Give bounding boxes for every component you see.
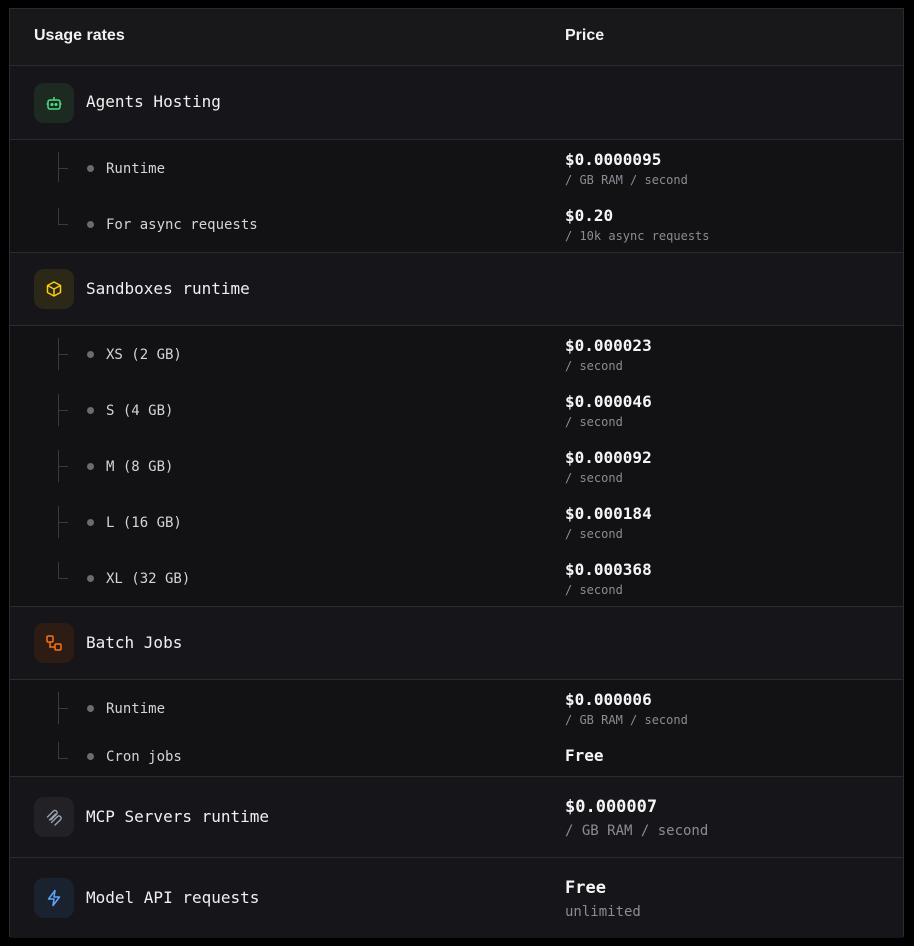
cube-icon	[34, 269, 74, 309]
list-item-name: XL (32 GB)	[106, 571, 191, 587]
tree-branch	[58, 466, 68, 467]
group-name: MCP Servers runtime	[86, 807, 270, 826]
list-item-name: Runtime	[106, 701, 166, 717]
bullet-dot	[87, 165, 94, 172]
usage-rates-table: Usage rates Price Agents Hosting Runtime…	[9, 8, 904, 938]
bullet-dot	[87, 519, 94, 526]
list-item-unit: / second	[565, 527, 623, 541]
group-name: Model API requests	[86, 888, 260, 907]
subitems-sandboxes-runtime: XS (2 GB) $0.000023 / second S (4 GB) $0…	[10, 325, 903, 606]
list-item-price: $0.0000095	[565, 150, 662, 169]
group-name: Batch Jobs	[86, 633, 183, 652]
group-unit: unlimited	[565, 904, 641, 920]
list-item-name: L (16 GB)	[106, 515, 182, 531]
list-item-name: Cron jobs	[106, 749, 182, 765]
usage-rates-header: Usage rates	[34, 27, 125, 44]
bullet-dot	[87, 463, 94, 470]
group-unit: / GB RAM / second	[565, 823, 709, 839]
tree-branch	[58, 224, 68, 225]
bullet-dot	[87, 705, 94, 712]
price-header: Price	[565, 27, 605, 44]
bullet-dot	[87, 575, 94, 582]
list-item-unit: / GB RAM / second	[565, 173, 688, 187]
table-header: Usage rates Price	[10, 9, 903, 66]
bullet-dot	[87, 753, 94, 760]
list-item-price: Free	[565, 746, 604, 765]
robot-icon	[34, 83, 74, 123]
subitems-agents-hosting: Runtime $0.0000095 / GB RAM / second For…	[10, 139, 903, 252]
list-item-price: $0.000092	[565, 448, 652, 467]
tree-branch	[58, 578, 68, 579]
list-item-unit: / second	[565, 415, 623, 429]
workflow-icon	[34, 623, 74, 663]
mcp-icon	[34, 797, 74, 837]
list-item-unit: / GB RAM / second	[565, 713, 688, 727]
list-item-price: $0.000046	[565, 392, 652, 411]
list-item-name: XS (2 GB)	[106, 347, 182, 363]
group-row-batch-jobs: Batch Jobs	[10, 606, 903, 679]
list-item-unit: / second	[565, 583, 623, 597]
list-item-price: $0.000006	[565, 690, 652, 709]
group-name: Sandboxes runtime	[86, 279, 250, 298]
subitems-batch-jobs: Runtime $0.000006 / GB RAM / second Cron…	[10, 679, 903, 776]
list-item-name: Runtime	[106, 161, 166, 177]
list-item-name: S (4 GB)	[106, 403, 174, 419]
list-item-price: $0.000368	[565, 560, 652, 579]
tree-branch	[58, 354, 68, 355]
list-item-name: M (8 GB)	[106, 459, 174, 475]
group-row-sandboxes-runtime: Sandboxes runtime	[10, 252, 903, 325]
list-item-price: $0.000023	[565, 336, 652, 355]
tree-line	[58, 742, 71, 758]
bullet-dot	[87, 221, 94, 228]
list-item-unit: / second	[565, 359, 623, 373]
tree-line	[58, 562, 71, 578]
list-item-price: $0.20	[565, 206, 614, 225]
tree-branch	[58, 522, 68, 523]
group-row-agents-hosting: Agents Hosting	[10, 66, 903, 139]
tree-branch	[58, 410, 68, 411]
tree-branch	[58, 708, 68, 709]
bullet-dot	[87, 351, 94, 358]
tree-line	[58, 208, 71, 224]
tree-branch	[58, 758, 68, 759]
tree-line	[58, 152, 71, 182]
list-item-unit: / 10k async requests	[565, 229, 710, 243]
list-item-unit: / second	[565, 471, 623, 485]
group-price: Free	[565, 878, 606, 898]
bullet-dot	[87, 407, 94, 414]
lightning-icon	[34, 878, 74, 918]
group-name: Agents Hosting	[86, 92, 221, 111]
group-row-mcp-servers: MCP Servers runtime $0.000007 / GB RAM /…	[10, 776, 903, 857]
group-row-model-api: Model API requests Free unlimited	[10, 857, 903, 938]
group-price: $0.000007	[565, 797, 658, 817]
tree-branch	[58, 168, 68, 169]
list-item-name: For async requests	[106, 217, 258, 233]
list-item-price: $0.000184	[565, 504, 652, 523]
